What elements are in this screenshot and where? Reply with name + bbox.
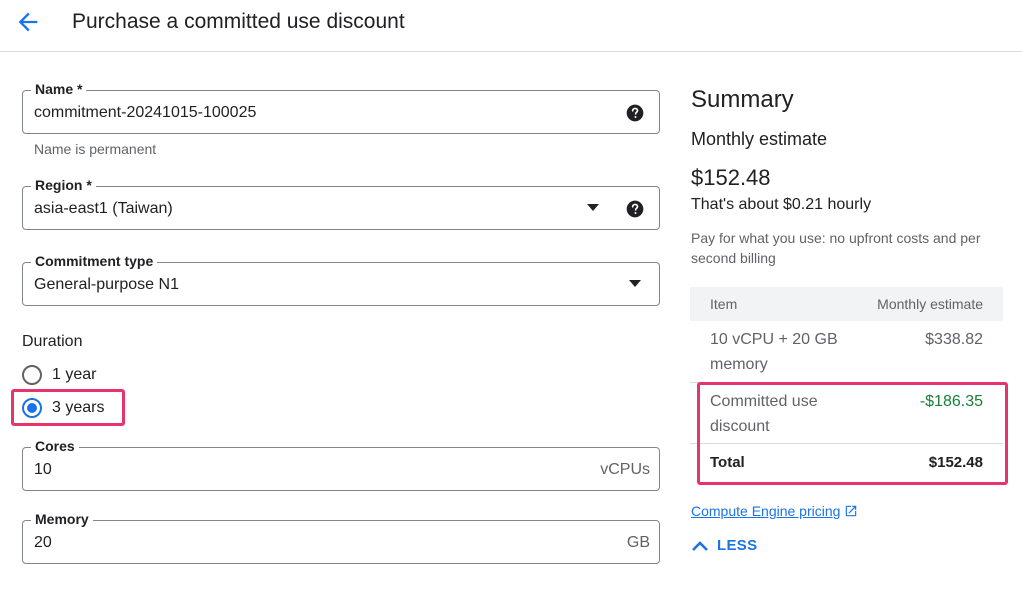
chevron-up-icon bbox=[692, 541, 708, 551]
help-icon[interactable] bbox=[625, 199, 645, 219]
name-field[interactable]: Name * commitment-20241015-100025 bbox=[22, 80, 660, 134]
dropdown-arrow-icon[interactable] bbox=[629, 280, 641, 288]
row-value: $338.82 bbox=[925, 331, 983, 348]
radio-button[interactable] bbox=[22, 365, 42, 385]
column-header-estimate: Monthly estimate bbox=[877, 296, 983, 312]
highlight-box bbox=[11, 389, 125, 426]
open-in-new-icon bbox=[846, 505, 857, 517]
memory-label: Memory bbox=[31, 510, 93, 528]
table-row: 10 vCPU + 20 GB memory $338.82 bbox=[690, 321, 1003, 383]
name-input[interactable]: commitment-20241015-100025 bbox=[34, 103, 256, 123]
cores-unit: vCPUs bbox=[600, 461, 650, 478]
less-label[interactable]: LESS bbox=[717, 536, 757, 556]
summary-title: Summary bbox=[691, 86, 794, 113]
page-title: Purchase a committed use discount bbox=[72, 10, 405, 33]
compute-engine-pricing-link[interactable]: Compute Engine pricing bbox=[691, 502, 858, 520]
highlight-box bbox=[697, 382, 1008, 485]
hourly-estimate: That's about $0.21 hourly bbox=[691, 196, 872, 213]
memory-unit: GB bbox=[626, 534, 650, 551]
table-header: Item Monthly estimate bbox=[690, 287, 1003, 321]
region-select[interactable]: Region * asia-east1 (Taiwan) bbox=[22, 176, 660, 230]
column-header-item: Item bbox=[710, 296, 738, 312]
help-icon[interactable] bbox=[625, 103, 645, 123]
billing-note: Pay for what you use: no upfront costs a… bbox=[691, 230, 981, 266]
region-label: Region * bbox=[31, 176, 96, 194]
link-text[interactable]: Compute Engine pricing bbox=[691, 502, 840, 520]
dropdown-arrow-icon[interactable] bbox=[587, 204, 599, 212]
cores-input[interactable]: 10 bbox=[34, 460, 52, 480]
row-item: 10 vCPU + 20 GB memory bbox=[710, 331, 838, 373]
radio-label: 1 year bbox=[52, 366, 97, 383]
cores-label: Cores bbox=[31, 437, 79, 455]
duration-option-1-year[interactable]: 1 year bbox=[22, 363, 96, 387]
page-header: Purchase a committed use discount bbox=[0, 0, 1022, 52]
name-label: Name * bbox=[31, 80, 87, 98]
memory-input[interactable]: 20 bbox=[34, 533, 52, 553]
commitment-type-value: General-purpose N1 bbox=[34, 276, 179, 293]
name-hint: Name is permanent bbox=[34, 141, 157, 157]
memory-field[interactable]: Memory 20 GB bbox=[22, 510, 660, 564]
less-button[interactable]: LESS bbox=[691, 536, 757, 556]
monthly-estimate-label: Monthly estimate bbox=[691, 129, 828, 149]
duration-label: Duration bbox=[22, 333, 83, 350]
commitment-type-select[interactable]: Commitment type General-purpose N1 bbox=[22, 252, 660, 306]
region-value: asia-east1 (Taiwan) bbox=[34, 200, 173, 217]
monthly-price: $152.48 bbox=[691, 165, 771, 190]
commitment-type-label: Commitment type bbox=[31, 252, 158, 270]
cores-field[interactable]: Cores 10 vCPUs bbox=[22, 437, 660, 491]
arrow-back-icon[interactable] bbox=[14, 8, 42, 36]
